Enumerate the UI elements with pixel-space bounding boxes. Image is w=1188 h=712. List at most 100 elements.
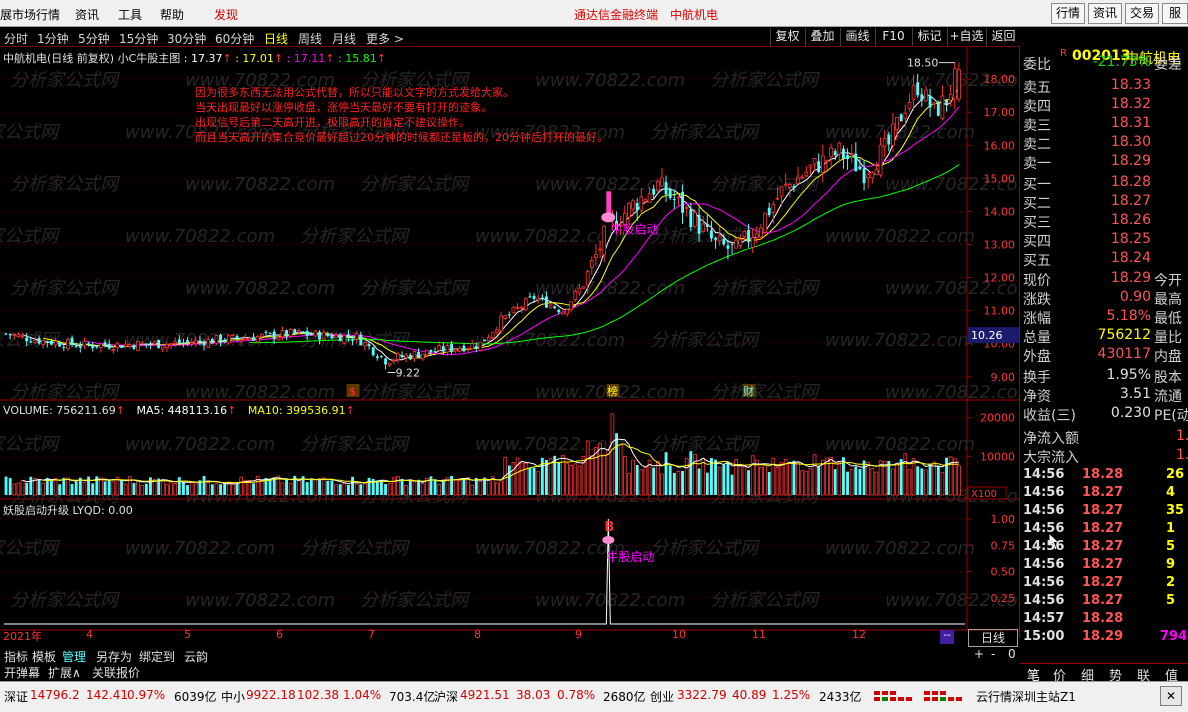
- stat2-row: 换手 1.95% 股本: [1020, 366, 1188, 386]
- period-60min[interactable]: 60分钟: [215, 30, 254, 47]
- candle-body: [878, 144, 883, 176]
- zx-label[interactable]: 中小: [221, 688, 245, 705]
- volume-bar: [103, 481, 107, 495]
- server-name[interactable]: 云行情深圳主站Z1: [976, 688, 1076, 705]
- tab-indicator[interactable]: 指标: [4, 648, 28, 665]
- f10-button[interactable]: F10: [875, 28, 911, 46]
- period-more[interactable]: 更多 >: [366, 30, 404, 47]
- period-30min[interactable]: 30分钟: [167, 30, 206, 47]
- sz-label[interactable]: 深证: [4, 688, 28, 705]
- hs-change: 38.03: [516, 688, 551, 702]
- linked-quote-button[interactable]: 关联报价: [92, 664, 140, 681]
- menu-news[interactable]: 资讯: [75, 6, 99, 23]
- volume-bar: [412, 481, 417, 496]
- candle-body: [829, 147, 833, 158]
- period-monthly[interactable]: 月线: [332, 30, 356, 47]
- candle-body: [483, 339, 487, 342]
- candle-body: [891, 123, 895, 146]
- menu-market[interactable]: 展市场行情: [0, 6, 60, 23]
- period-daily-button[interactable]: 日线: [968, 629, 1018, 647]
- volume-bar: [924, 469, 928, 496]
- volume-bar: [528, 468, 532, 495]
- tab-bind-to[interactable]: 绑定到: [139, 648, 175, 665]
- annotation-line: 当天出现最好以涨停收盘，涨停当天最好不要有打开的迹象。: [195, 101, 492, 114]
- period-15min[interactable]: 15分钟: [119, 30, 158, 47]
- candle-body: [594, 253, 598, 258]
- tab-save-as[interactable]: 另存为: [96, 648, 132, 665]
- tab-template[interactable]: 模板: [32, 648, 56, 665]
- candle-body: [321, 331, 326, 340]
- candle-body: [804, 171, 809, 176]
- volume-bar: [375, 480, 379, 495]
- candle-body: [111, 349, 116, 351]
- ask-row-value: 18.31: [1110, 115, 1151, 131]
- candle-body: [495, 329, 499, 333]
- tick-time: 14:57: [1023, 611, 1065, 626]
- candle-body: [400, 355, 404, 358]
- overlay-button[interactable]: 叠加: [805, 28, 839, 46]
- candle-body: [457, 347, 462, 352]
- trade-button[interactable]: 交易: [1125, 3, 1159, 24]
- restore-right-button[interactable]: 复权: [770, 28, 804, 46]
- volume-bar: [268, 478, 272, 495]
- add-watchlist-button[interactable]: +自选: [947, 28, 985, 46]
- zoom-reset-button[interactable]: 0: [1008, 647, 1016, 661]
- period-fenshi[interactable]: 分时: [4, 30, 28, 47]
- app-title-stock: 中航机电: [670, 8, 719, 22]
- candle-body: [709, 230, 713, 239]
- volume-bar: [660, 473, 664, 496]
- volume-bar: [932, 461, 937, 496]
- bid-row: 买四 18.25: [1020, 230, 1188, 250]
- quotes-button[interactable]: 行情: [1051, 3, 1085, 24]
- candle-body: [952, 68, 957, 100]
- tick-time: 14:56: [1023, 467, 1065, 482]
- volume-tick-label: 20000: [980, 412, 1015, 425]
- period-1min[interactable]: 1分钟: [37, 30, 69, 47]
- volume-bar: [318, 478, 322, 495]
- tab-manage[interactable]: 管理: [62, 648, 86, 665]
- volume-bar: [742, 466, 747, 496]
- tab-cloud[interactable]: 云韵: [184, 648, 208, 665]
- candle-body: [8, 333, 12, 336]
- zoom-in-button[interactable]: +: [974, 647, 984, 661]
- close-icon[interactable]: ✕: [1160, 686, 1182, 706]
- volume-bar: [87, 476, 91, 495]
- watermark-text: 分析家公式网: [0, 538, 60, 559]
- signal-dot: [602, 536, 615, 544]
- expand-button[interactable]: 扩展∧: [48, 664, 81, 681]
- stat-row-value: 18.29: [1110, 270, 1151, 286]
- tick-price: 18.27: [1082, 503, 1124, 518]
- scroll-end-button[interactable]: --: [940, 630, 954, 644]
- mark-button[interactable]: 标记: [912, 28, 946, 46]
- period-daily[interactable]: 日线: [264, 30, 288, 47]
- price-tick-label: 11.00: [984, 305, 1016, 318]
- volume-ma10: MA10: 399536.91: [247, 404, 346, 417]
- hs-label[interactable]: 沪深: [434, 688, 458, 705]
- watermark-text: 分析家公式网: [300, 434, 410, 455]
- candle-body: [903, 112, 908, 119]
- news-button[interactable]: 资讯: [1088, 3, 1122, 24]
- candle-body: [507, 314, 511, 316]
- menu-discover[interactable]: 发现: [214, 6, 238, 23]
- period-weekly[interactable]: 周线: [298, 30, 322, 47]
- volume-bar: [41, 482, 46, 496]
- menu-tools[interactable]: 工具: [118, 6, 142, 23]
- candle-body: [817, 161, 821, 173]
- volume-bar: [738, 466, 743, 496]
- menu-help[interactable]: 帮助: [160, 6, 184, 23]
- volume-bar: [697, 468, 701, 495]
- watermark-text: www.70822.com: [475, 434, 625, 455]
- candle-body: [639, 196, 644, 211]
- service-button[interactable]: 服: [1162, 3, 1188, 24]
- candle-body: [474, 346, 478, 348]
- candle-body: [779, 186, 784, 197]
- draw-line-button[interactable]: 画线: [840, 28, 874, 46]
- barrage-toggle[interactable]: 开弹幕: [4, 664, 40, 681]
- period-5min[interactable]: 5分钟: [78, 30, 110, 47]
- legend-ma20-value: : 17.11: [286, 52, 326, 65]
- volume-bar: [404, 484, 409, 496]
- back-button[interactable]: 返回: [986, 28, 1020, 46]
- cy-label[interactable]: 创业: [650, 688, 674, 705]
- zoom-out-button[interactable]: -: [991, 647, 995, 661]
- tick-time: 14:56: [1023, 575, 1065, 590]
